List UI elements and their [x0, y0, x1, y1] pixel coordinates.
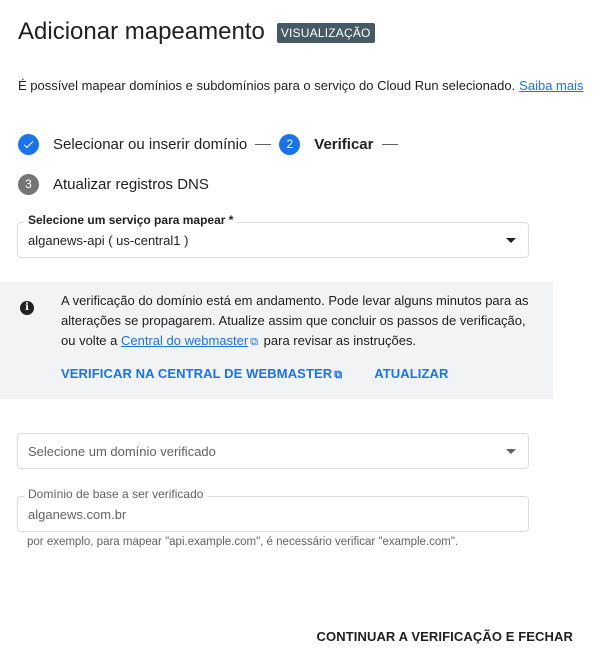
stepper-row-1: Selecionar ou inserir domínio 2 Verifica…: [18, 133, 406, 155]
info-icon: i: [20, 301, 34, 315]
check-icon: [18, 133, 39, 155]
description-text: É possível mapear domínios e subdomínios…: [18, 78, 516, 93]
verified-domain-placeholder: Selecione um domínio verificado: [28, 444, 216, 459]
page-header: Adicionar mapeamento VISUALIZAÇÃO: [18, 18, 375, 46]
info-message: A verificação do domínio está em andamen…: [61, 291, 541, 352]
preview-badge: VISUALIZAÇÃO: [276, 23, 375, 43]
base-domain-helper: por exemplo, para mapear "api.example.co…: [27, 536, 459, 548]
info-banner: i A verificação do domínio está em andam…: [0, 282, 553, 399]
base-domain-field[interactable]: Domínio de base a ser verificado alganew…: [17, 487, 529, 532]
step-number-2: 2: [279, 133, 301, 155]
stepper-row-2: 3 Atualizar registros DNS: [18, 173, 406, 195]
service-select-label: Selecione um serviço para mapear *: [24, 213, 238, 227]
step-select-domain: Selecionar ou inserir domínio: [53, 135, 248, 153]
info-text-after: para revisar as instruções.: [263, 333, 417, 348]
info-actions: VERIFICAR NA CENTRAL DE WEBMASTER ⧉ ATUAL…: [61, 366, 449, 382]
step-connector: [381, 143, 398, 145]
refresh-button[interactable]: ATUALIZAR: [374, 366, 448, 382]
webmaster-central-link[interactable]: Central do webmaster: [121, 333, 248, 348]
step-update-dns: Atualizar registros DNS: [53, 175, 209, 193]
base-domain-value: alganews.com.br: [28, 507, 127, 522]
learn-more-link[interactable]: Saiba mais: [519, 78, 583, 93]
step-verify: Verificar: [314, 135, 374, 153]
continue-verification-button[interactable]: CONTINUAR A VERIFICAÇÃO E FECHAR: [317, 629, 573, 644]
step-connector: [255, 143, 272, 145]
service-select-value: alganews-api ( us-central1 ): [28, 233, 189, 248]
verified-domain-select[interactable]: Selecione um domínio verificado: [17, 433, 529, 469]
chevron-down-icon: [506, 238, 516, 243]
base-domain-label: Domínio de base a ser verificado: [24, 487, 208, 501]
stepper: Selecionar ou inserir domínio 2 Verifica…: [18, 133, 406, 195]
service-select[interactable]: Selecione um serviço para mapear * algan…: [17, 213, 529, 258]
open-in-new-icon: ⧉: [250, 336, 259, 348]
chevron-down-icon: [506, 449, 516, 454]
verify-webmaster-label: VERIFICAR NA CENTRAL DE WEBMASTER: [61, 366, 333, 381]
page-title: Adicionar mapeamento: [18, 18, 265, 45]
open-in-new-icon: ⧉: [334, 369, 343, 381]
step-number-3: 3: [18, 173, 39, 195]
verify-webmaster-button[interactable]: VERIFICAR NA CENTRAL DE WEBMASTER ⧉: [61, 366, 344, 382]
page-description: É possível mapear domínios e subdomínios…: [18, 78, 583, 93]
